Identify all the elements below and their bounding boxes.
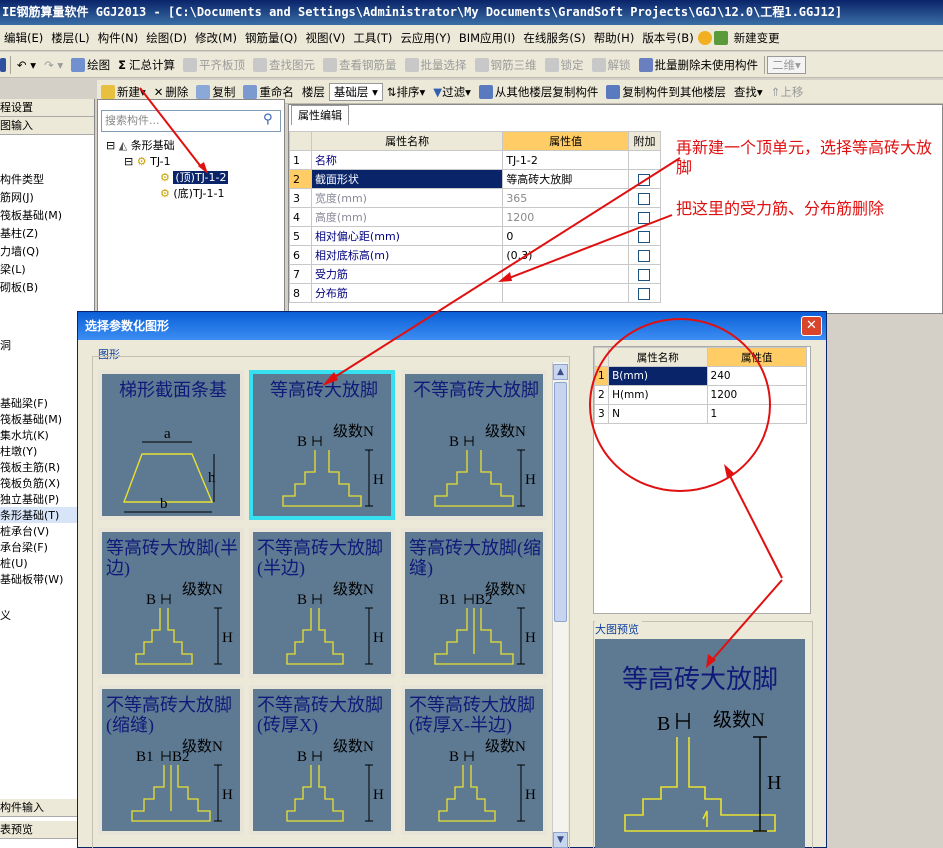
annotation-overlay [139, 87, 783, 668]
